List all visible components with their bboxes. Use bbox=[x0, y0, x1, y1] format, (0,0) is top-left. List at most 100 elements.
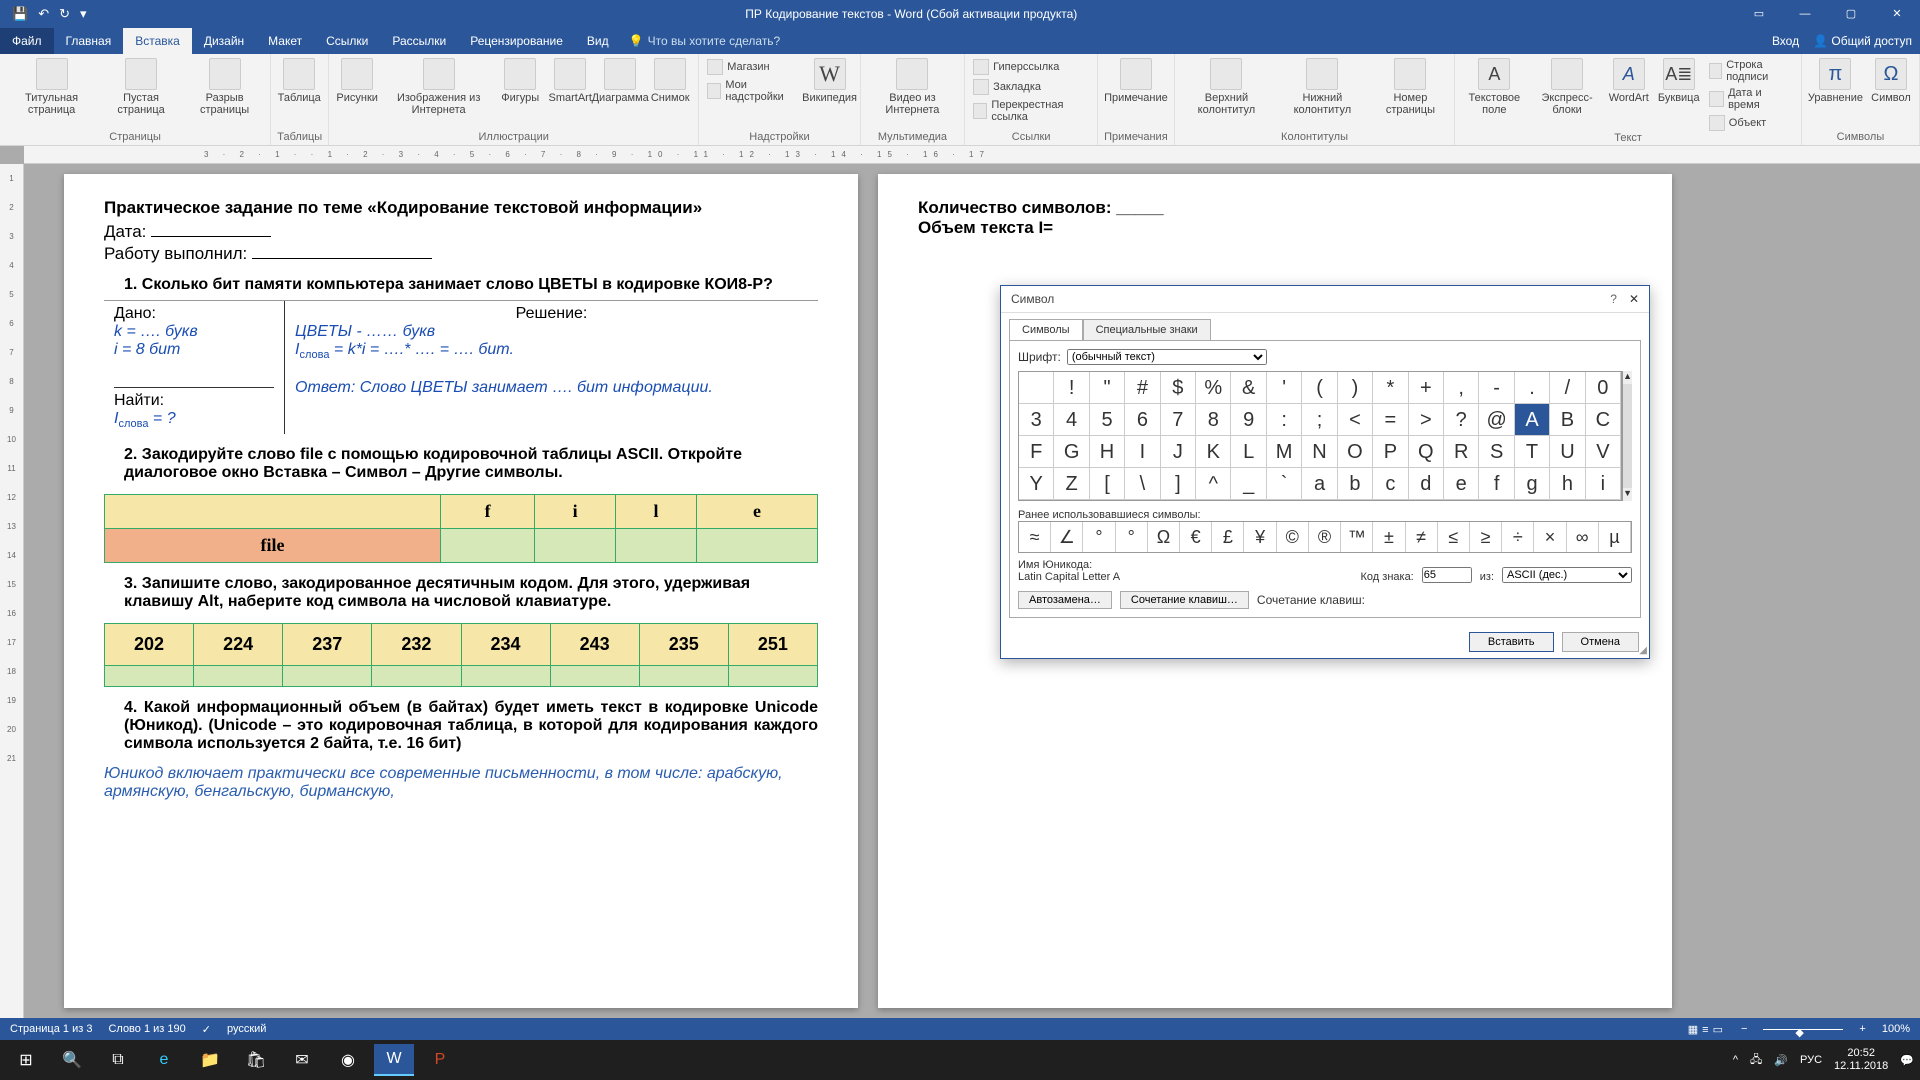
pictures-button[interactable]: Рисунки bbox=[335, 58, 379, 104]
smartart-button[interactable]: SmartArt bbox=[548, 58, 592, 104]
symbol-cell[interactable]: b bbox=[1338, 468, 1373, 500]
recent-symbol-cell[interactable]: £ bbox=[1212, 522, 1244, 552]
tray-lang[interactable]: РУС bbox=[1800, 1054, 1822, 1066]
tab-insert[interactable]: Вставка bbox=[123, 28, 192, 54]
recent-symbol-cell[interactable]: × bbox=[1534, 522, 1566, 552]
recent-symbol-cell[interactable]: ¥ bbox=[1244, 522, 1276, 552]
dropcap-button[interactable]: A≣Буквица bbox=[1657, 58, 1701, 104]
textbox-button[interactable]: AТекстовое поле bbox=[1461, 58, 1527, 116]
symbol-cell[interactable]: I bbox=[1125, 436, 1160, 468]
symbol-cell[interactable]: ` bbox=[1267, 468, 1302, 500]
autocorrect-button[interactable]: Автозамена… bbox=[1018, 591, 1112, 609]
symbol-cell[interactable]: 4 bbox=[1054, 404, 1089, 436]
save-icon[interactable]: 💾 bbox=[12, 6, 28, 22]
document-page-1[interactable]: Практическое задание по теме «Кодировани… bbox=[64, 174, 858, 1008]
symbol-cell[interactable]: N bbox=[1302, 436, 1337, 468]
recent-symbol-cell[interactable]: € bbox=[1180, 522, 1212, 552]
symbol-cell[interactable]: O bbox=[1338, 436, 1373, 468]
recent-symbol-cell[interactable]: ∞ bbox=[1567, 522, 1599, 552]
language-status[interactable]: русский bbox=[227, 1023, 266, 1035]
system-tray[interactable]: ^ 🖧 🔊 РУС 20:52 12.11.2018 💬 bbox=[1733, 1047, 1914, 1073]
store-icon[interactable]: 🛍 bbox=[236, 1044, 276, 1076]
symbol-cell[interactable] bbox=[1019, 372, 1054, 404]
symbol-cell[interactable]: e bbox=[1444, 468, 1479, 500]
share-button[interactable]: 👤 Общий доступ bbox=[1813, 34, 1912, 48]
cancel-button[interactable]: Отмена bbox=[1562, 632, 1639, 652]
symbol-grid[interactable]: !"#$%&'()*+,-./03456789:;<=>?@ABCFGHIJKL… bbox=[1018, 371, 1622, 501]
screenshot-button[interactable]: Снимок bbox=[648, 58, 692, 104]
symbol-cell[interactable]: % bbox=[1196, 372, 1231, 404]
symbol-cell[interactable]: ; bbox=[1302, 404, 1337, 436]
recent-symbol-cell[interactable]: µ bbox=[1599, 522, 1631, 552]
pagenum-button[interactable]: Номер страницы bbox=[1373, 58, 1449, 116]
volume-icon[interactable]: 🔊 bbox=[1774, 1054, 1788, 1067]
clock[interactable]: 20:52 12.11.2018 bbox=[1834, 1047, 1888, 1073]
recent-symbol-cell[interactable]: ± bbox=[1373, 522, 1405, 552]
symbol-cell[interactable]: _ bbox=[1231, 468, 1266, 500]
horizontal-ruler[interactable]: 3 · 2 · 1 · · 1 · 2 · 3 · 4 · 5 · 6 · 7 … bbox=[24, 146, 1920, 164]
quickparts-button[interactable]: Экспресс-блоки bbox=[1533, 58, 1600, 116]
tray-chevron-icon[interactable]: ^ bbox=[1733, 1054, 1738, 1066]
symbol-cell[interactable]: i bbox=[1586, 468, 1621, 500]
crossref-button[interactable]: Перекрестная ссылка bbox=[971, 98, 1091, 124]
symbol-cell[interactable]: 0 bbox=[1586, 372, 1621, 404]
symbol-cell[interactable]: 8 bbox=[1196, 404, 1231, 436]
view-buttons[interactable]: ▦≡▭ bbox=[1686, 1023, 1725, 1036]
symbol-cell[interactable]: P bbox=[1373, 436, 1408, 468]
zoom-level[interactable]: 100% bbox=[1882, 1023, 1910, 1035]
symbol-cell[interactable]: " bbox=[1090, 372, 1125, 404]
symbol-cell[interactable]: R bbox=[1444, 436, 1479, 468]
symbol-cell[interactable]: 3 bbox=[1019, 404, 1054, 436]
symbol-cell[interactable]: [ bbox=[1090, 468, 1125, 500]
tab-home[interactable]: Главная bbox=[54, 28, 124, 54]
symbol-cell[interactable]: B bbox=[1550, 404, 1585, 436]
signature-line-button[interactable]: Строка подписи bbox=[1707, 58, 1795, 84]
symbol-cell[interactable]: V bbox=[1586, 436, 1621, 468]
zoom-out-icon[interactable]: − bbox=[1741, 1023, 1747, 1035]
shapes-button[interactable]: Фигуры bbox=[498, 58, 542, 104]
symbol-cell[interactable]: - bbox=[1479, 372, 1514, 404]
recent-symbol-cell[interactable]: Ω bbox=[1148, 522, 1180, 552]
table-button[interactable]: Таблица bbox=[277, 58, 321, 104]
recent-symbol-cell[interactable]: ≥ bbox=[1470, 522, 1502, 552]
equation-button[interactable]: πУравнение bbox=[1808, 58, 1863, 104]
symbol-cell[interactable]: h bbox=[1550, 468, 1585, 500]
symbol-cell[interactable]: . bbox=[1515, 372, 1550, 404]
symbol-cell[interactable]: M bbox=[1267, 436, 1302, 468]
mail-icon[interactable]: ✉ bbox=[282, 1044, 322, 1076]
resize-handle[interactable]: ◢ bbox=[1639, 645, 1647, 656]
edge-icon[interactable]: e bbox=[144, 1044, 184, 1076]
tab-layout[interactable]: Макет bbox=[256, 28, 314, 54]
vertical-ruler[interactable]: 123456789101112131415161718192021 bbox=[0, 164, 24, 1018]
symbol-cell[interactable]: F bbox=[1019, 436, 1054, 468]
wordart-button[interactable]: AWordArt bbox=[1607, 58, 1651, 104]
chart-button[interactable]: Диаграмма bbox=[598, 58, 642, 104]
recent-symbol-cell[interactable]: ÷ bbox=[1502, 522, 1534, 552]
symbol-cell[interactable]: J bbox=[1161, 436, 1196, 468]
symbol-cell[interactable]: = bbox=[1373, 404, 1408, 436]
symbol-cell[interactable]: c bbox=[1373, 468, 1408, 500]
code-input[interactable] bbox=[1422, 567, 1472, 583]
recent-symbol-cell[interactable]: ® bbox=[1309, 522, 1341, 552]
word-count[interactable]: Слово 1 из 190 bbox=[108, 1023, 185, 1035]
recent-symbol-cell[interactable]: ≤ bbox=[1438, 522, 1470, 552]
symbol-cell[interactable]: Q bbox=[1409, 436, 1444, 468]
symbol-cell[interactable]: ? bbox=[1444, 404, 1479, 436]
store-button[interactable]: Магазин bbox=[705, 58, 799, 76]
blank-page-button[interactable]: Пустая страница bbox=[103, 58, 179, 116]
tab-review[interactable]: Рецензирование bbox=[458, 28, 575, 54]
help-icon[interactable]: ? bbox=[1610, 292, 1617, 306]
tab-design[interactable]: Дизайн bbox=[192, 28, 256, 54]
symbol-cell[interactable]: G bbox=[1054, 436, 1089, 468]
symbol-cell[interactable]: \ bbox=[1125, 468, 1160, 500]
symbol-cell[interactable]: Z bbox=[1054, 468, 1089, 500]
symbol-cell[interactable]: 6 bbox=[1125, 404, 1160, 436]
from-select[interactable]: ASCII (дес.) bbox=[1502, 567, 1632, 583]
symbol-cell[interactable]: d bbox=[1409, 468, 1444, 500]
wikipedia-button[interactable]: WВикипедия bbox=[805, 58, 853, 104]
symbol-cell[interactable]: ^ bbox=[1196, 468, 1231, 500]
tab-mailings[interactable]: Рассылки bbox=[380, 28, 458, 54]
symbol-cell[interactable]: C bbox=[1586, 404, 1621, 436]
redo-icon[interactable]: ↻ bbox=[59, 6, 70, 22]
dialog-tab-symbols[interactable]: Символы bbox=[1009, 319, 1083, 340]
